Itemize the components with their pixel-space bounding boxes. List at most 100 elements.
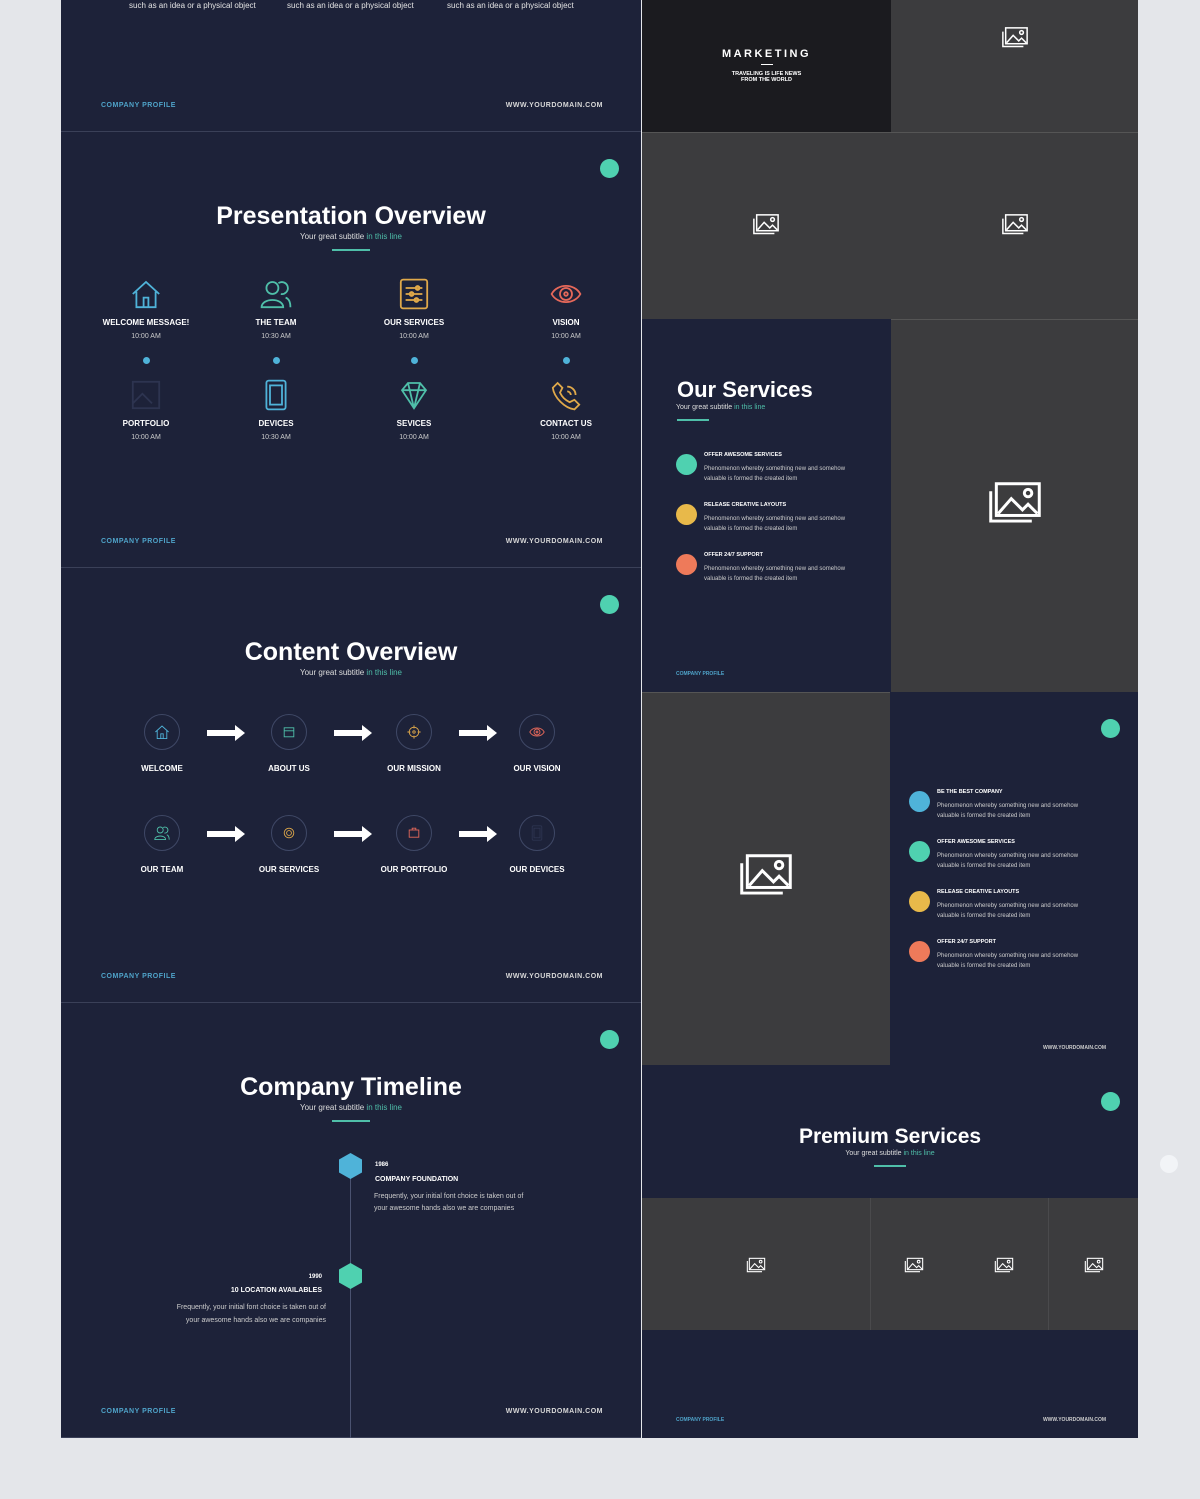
service-icon <box>909 791 930 812</box>
caption: such as an idea or a physical object <box>129 1 256 10</box>
service-title: RELEASE CREATIVE LAYOUTS <box>704 502 787 508</box>
content-item[interactable]: OUR TEAM <box>107 815 217 874</box>
subtitle-accent: in this line <box>366 1103 402 1112</box>
service-text: Phenomenon whereby something new and som… <box>937 801 1109 821</box>
subtitle-accent: in this line <box>903 1150 935 1157</box>
service-icon <box>909 941 930 962</box>
service-item: OFFER AWESOME SERVICES Phenomenon whereby… <box>909 839 1109 871</box>
timeline-line <box>350 1163 351 1438</box>
item-label: OUR PORTFOLIO <box>380 865 448 874</box>
item-label: CONTACT US <box>540 419 592 428</box>
subtitle-main: Your great subtitle <box>299 668 365 677</box>
footer-right: WWW.YOURDOMAIN.COM <box>505 102 603 109</box>
footer-left: COMPANY PROFILE <box>101 1408 176 1415</box>
title-underline <box>677 419 709 421</box>
title-underline <box>874 1165 906 1167</box>
lifebuoy-icon <box>271 815 307 851</box>
content-item[interactable]: ABOUT US <box>234 714 344 773</box>
overview-item[interactable]: PORTFOLIO 10:00 AM <box>81 377 211 441</box>
service-icon <box>676 454 697 475</box>
item-label: VISION <box>552 318 580 327</box>
image-placeholder-icon <box>1001 26 1029 53</box>
service-item: OFFER AWESOME SERVICES Phenomenon whereby… <box>676 452 876 484</box>
item-time: 10:00 AM <box>399 333 429 340</box>
overview-item[interactable]: THE TEAM 10:30 AM <box>211 276 341 340</box>
caption: such as an idea or a physical object <box>447 1 574 10</box>
overview-item[interactable]: DEVICES 10:30 AM <box>211 377 341 441</box>
connector-dot <box>563 357 570 364</box>
service-text-line: valuable is formed the created item <box>937 863 1031 869</box>
event-year: 1990 <box>308 1274 322 1280</box>
content-item[interactable]: OUR MISSION <box>359 714 469 773</box>
footer-left: COMPANY PROFILE <box>101 538 176 545</box>
overview-item[interactable]: CONTACT US 10:00 AM <box>501 377 631 441</box>
subtitle-accent: in this line <box>366 668 402 677</box>
service-text-line: Phenomenon whereby something new and som… <box>937 903 1079 909</box>
caption: such as an idea or a physical object <box>287 1 414 10</box>
service-text: Phenomenon whereby something new and som… <box>937 951 1109 971</box>
footer-right: WWW.YOURDOMAIN.COM <box>505 1408 603 1415</box>
overview-item[interactable]: OUR SERVICES 10:00 AM <box>349 276 479 340</box>
footer-right: WWW.YOURDOMAIN.COM <box>1042 1045 1106 1051</box>
service-icon <box>676 504 697 525</box>
content-item[interactable]: WELCOME <box>107 714 217 773</box>
slide-subtitle: Your great subtitle in this line <box>61 232 641 241</box>
footer-left: COMPANY PROFILE <box>676 671 725 677</box>
service-item: OFFER 24/7 SUPPORT Phenomenon whereby som… <box>676 552 876 584</box>
service-icon <box>909 841 930 862</box>
overview-item[interactable]: WELCOME MESSAGE! 10:00 AM <box>81 276 211 340</box>
store-icon <box>271 714 307 750</box>
subtitle-main: Your great subtitle <box>299 1103 365 1112</box>
item-time: 10:00 AM <box>399 434 429 441</box>
slide-subtitle: Your great subtitle in this line <box>642 1150 1138 1157</box>
service-text-line: valuable is formed the created item <box>704 576 798 582</box>
title-underline <box>332 249 370 251</box>
slide-services-list: WWW.YOURDOMAIN.COM BE THE BEST COMPANY Ph… <box>890 692 1138 1065</box>
content-item[interactable]: OUR SERVICES <box>234 815 344 874</box>
diamond-icon <box>396 377 432 413</box>
service-text-line: valuable is formed the created item <box>937 963 1031 969</box>
slide-subtitle: Your great subtitle in this line <box>676 404 765 411</box>
service-item: OFFER 24/7 SUPPORT Phenomenon whereby som… <box>909 939 1109 971</box>
overview-item[interactable]: SEVICES 10:00 AM <box>349 377 479 441</box>
slide-marketing: MARKETING TRAVELING IS LIFE NEWS FROM TH… <box>642 0 891 132</box>
subtitle-main: Your great subtitle <box>299 232 365 241</box>
image-placeholder-icon <box>1001 213 1029 240</box>
service-text: Phenomenon whereby something new and som… <box>937 901 1109 921</box>
item-label: THE TEAM <box>255 318 297 327</box>
overview-item[interactable]: VISION 10:00 AM <box>501 276 631 340</box>
connector-dot <box>273 357 280 364</box>
location-pin-icon <box>339 1263 362 1289</box>
target-icon <box>396 714 432 750</box>
eye-icon <box>519 714 555 750</box>
service-text-line: Phenomenon whereby something new and som… <box>704 466 846 472</box>
item-label: WELCOME <box>141 764 183 773</box>
content-item[interactable]: OUR PORTFOLIO <box>359 815 469 874</box>
event-title: COMPANY FOUNDATION <box>375 1176 459 1183</box>
event-year: 1986 <box>375 1162 389 1168</box>
service-text-line: Phenomenon whereby something new and som… <box>937 853 1079 859</box>
image-placeholder-area <box>891 0 1138 132</box>
divider <box>870 1198 871 1330</box>
content-item[interactable]: OUR DEVICES <box>482 815 592 874</box>
slide-intro-end: such as an idea or a physical object suc… <box>61 0 641 132</box>
slide-number-badge <box>600 159 619 178</box>
service-item: RELEASE CREATIVE LAYOUTS Phenomenon where… <box>676 502 876 534</box>
image-placeholder-icon <box>987 480 1043 530</box>
item-label: OUR VISION <box>513 764 561 773</box>
sliders-icon <box>396 276 432 312</box>
content-item[interactable]: OUR VISION <box>482 714 592 773</box>
item-label: WELCOME MESSAGE! <box>102 318 190 327</box>
footer-left: COMPANY PROFILE <box>101 973 176 980</box>
slide-title: Company Timeline <box>240 1073 462 1101</box>
service-text: Phenomenon whereby something new and som… <box>704 564 876 584</box>
item-time: 10:00 AM <box>551 333 581 340</box>
subtitle-accent: in this line <box>366 232 402 241</box>
subtitle-main: Your great subtitle <box>845 1150 902 1157</box>
slide-title: Presentation Overview <box>216 202 486 230</box>
footer-left: COMPANY PROFILE <box>676 1417 725 1423</box>
image-placeholder-icon <box>904 1257 924 1278</box>
slide-number-badge <box>600 1030 619 1049</box>
connector-dot <box>411 357 418 364</box>
slide-subtitle: Your great subtitle in this line <box>61 1103 641 1112</box>
